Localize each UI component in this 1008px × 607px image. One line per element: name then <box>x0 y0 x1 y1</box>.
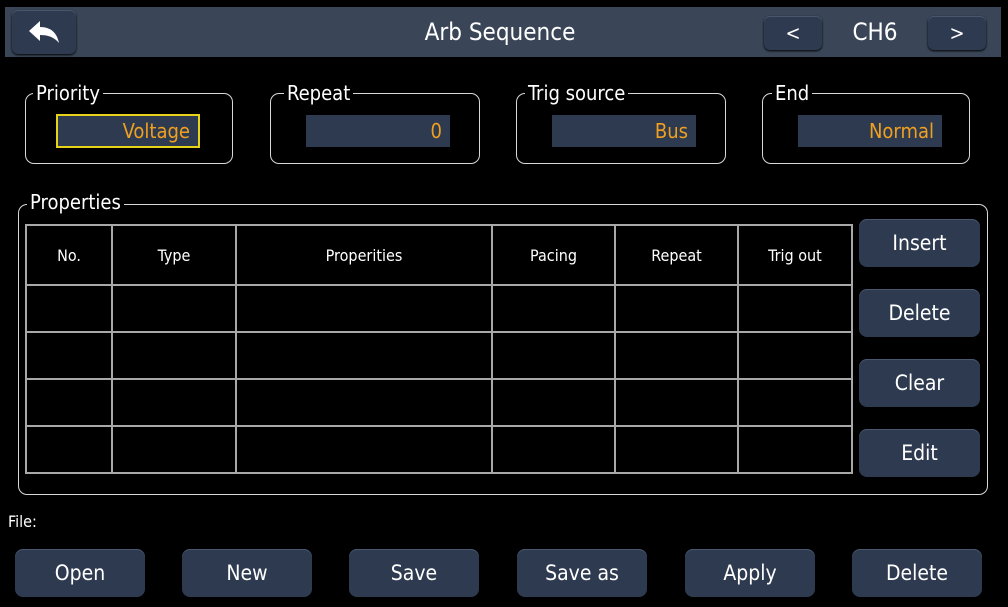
table-cell[interactable] <box>235 425 493 474</box>
back-arrow-icon <box>29 21 59 43</box>
table-row[interactable] <box>25 425 853 474</box>
column-header-repeat: Repeat <box>614 224 739 286</box>
properties-label: Properties <box>27 191 124 213</box>
table-cell[interactable] <box>111 331 237 380</box>
next-channel-button[interactable]: > <box>928 16 986 50</box>
table-cell[interactable] <box>235 378 493 427</box>
table-cell[interactable] <box>111 284 237 333</box>
repeat-value[interactable]: 0 <box>306 115 450 147</box>
column-header-no: No. <box>25 224 113 286</box>
channel-label: CH6 <box>852 18 898 46</box>
table-header-row: No. Type Properities Pacing Repeat Trig … <box>25 224 853 286</box>
table-row[interactable] <box>25 284 853 333</box>
trig-source-value[interactable]: Bus <box>552 115 696 147</box>
table-row[interactable] <box>25 331 853 380</box>
trig-source-label: Trig source <box>525 82 629 104</box>
column-header-properties: Properities <box>235 224 493 286</box>
page-title: Arb Sequence <box>424 18 576 46</box>
table-cell[interactable] <box>491 284 616 333</box>
priority-value[interactable]: Voltage <box>56 114 200 148</box>
sequence-table[interactable]: No. Type Properities Pacing Repeat Trig … <box>25 224 853 474</box>
save-as-button[interactable]: Save as <box>517 549 647 597</box>
table-cell[interactable] <box>737 284 853 333</box>
table-cell[interactable] <box>737 378 853 427</box>
open-button[interactable]: Open <box>15 549 145 597</box>
file-label: File: <box>8 512 37 531</box>
table-cell[interactable] <box>111 425 237 474</box>
delete-row-button[interactable]: Delete <box>859 289 980 337</box>
delete-file-button[interactable]: Delete <box>852 549 982 597</box>
column-header-pacing: Pacing <box>491 224 616 286</box>
back-button[interactable] <box>12 10 76 54</box>
table-cell[interactable] <box>491 378 616 427</box>
edit-button[interactable]: Edit <box>859 429 980 477</box>
end-label: End <box>772 82 813 104</box>
table-cell[interactable] <box>235 284 493 333</box>
table-cell[interactable] <box>614 284 739 333</box>
table-cell[interactable] <box>491 331 616 380</box>
table-cell[interactable] <box>614 331 739 380</box>
table-cell[interactable] <box>111 378 237 427</box>
table-row[interactable] <box>25 378 853 427</box>
table-cell[interactable] <box>614 425 739 474</box>
column-header-type: Type <box>111 224 237 286</box>
table-cell[interactable] <box>235 331 493 380</box>
repeat-label: Repeat <box>284 82 354 104</box>
apply-button[interactable]: Apply <box>685 549 815 597</box>
table-cell[interactable] <box>25 378 113 427</box>
table-cell[interactable] <box>491 425 616 474</box>
save-button[interactable]: Save <box>349 549 479 597</box>
end-value[interactable]: Normal <box>798 115 942 147</box>
column-header-trig-out: Trig out <box>737 224 853 286</box>
table-cell[interactable] <box>737 425 853 474</box>
table-cell[interactable] <box>614 378 739 427</box>
insert-button[interactable]: Insert <box>859 219 980 267</box>
new-button[interactable]: New <box>182 549 312 597</box>
clear-button[interactable]: Clear <box>859 359 980 407</box>
table-cell[interactable] <box>737 331 853 380</box>
table-cell[interactable] <box>25 331 113 380</box>
table-cell[interactable] <box>25 425 113 474</box>
prev-channel-button[interactable]: < <box>764 16 822 50</box>
table-cell[interactable] <box>25 284 113 333</box>
priority-label: Priority <box>33 82 103 104</box>
